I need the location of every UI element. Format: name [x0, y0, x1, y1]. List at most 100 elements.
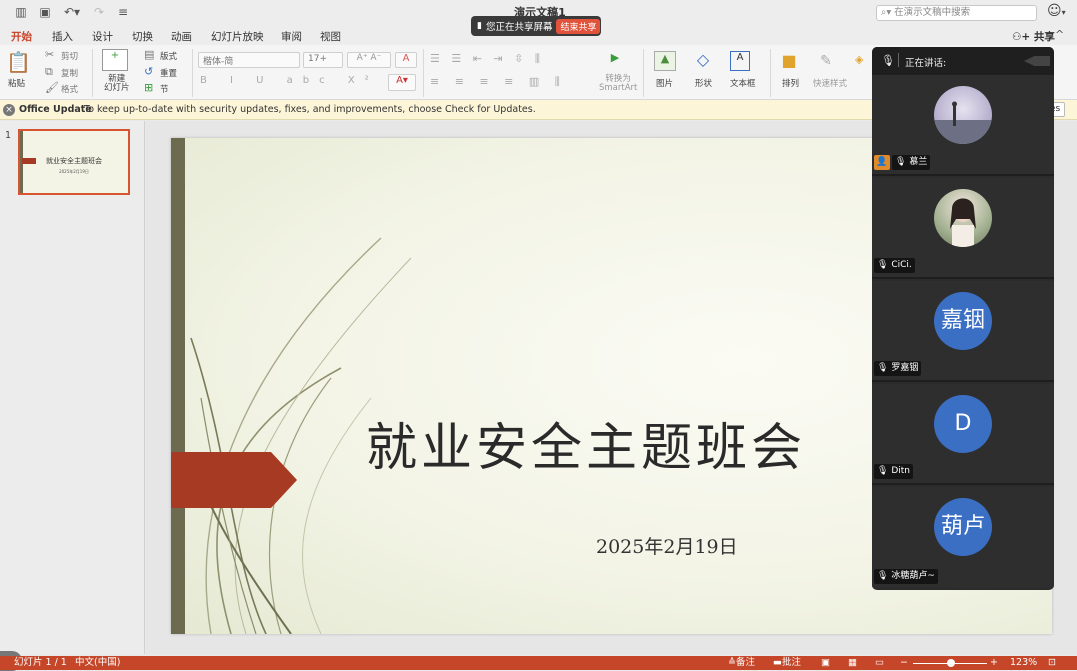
shape-icon[interactable]: ◇ — [692, 50, 714, 72]
quick-styles-label[interactable]: 快速样式 — [813, 77, 847, 89]
slide-side-bar — [171, 138, 185, 634]
slide-title[interactable]: 就业安全主题班会 — [366, 406, 866, 480]
section-icon[interactable]: ⊞ — [144, 81, 153, 94]
undo-icon[interactable]: ↶▾ — [61, 5, 83, 19]
customize-toolbar-icon[interactable]: ≡ — [116, 5, 130, 19]
avatar — [934, 189, 992, 247]
picture-label[interactable]: 图片 — [656, 77, 673, 89]
participant-tile[interactable]: 葫卢 🎙 冰糖葫卢~ — [872, 487, 1054, 588]
comments-button[interactable]: ▬批注 — [773, 656, 801, 670]
font-size-select[interactable]: 17+ — [303, 52, 343, 68]
notes-label: 备注 — [735, 657, 755, 668]
clear-format-icon[interactable]: A — [395, 52, 417, 68]
font-name-select[interactable]: 楷体-简 — [198, 52, 300, 68]
avatar-person-image — [950, 198, 976, 247]
muted-mic-icon: 🎙 — [877, 571, 889, 581]
picture-icon[interactable]: ▲ — [654, 51, 676, 71]
slide-date[interactable]: 2025年2月19日 — [596, 532, 738, 559]
update-title: Office Update — [19, 104, 92, 115]
tab-transitions[interactable]: 切换 — [132, 29, 153, 44]
slide-thumbnail[interactable]: 就业安全主题班会 2025年2月19日 — [18, 129, 130, 195]
participant-name-tag: 🎙 Ditn — [874, 464, 913, 479]
zoom-out-icon[interactable]: − — [900, 656, 908, 670]
slide-sorter-icon[interactable]: ▦ — [848, 656, 857, 670]
section-label[interactable]: 节 — [160, 83, 169, 95]
participant-name: 罗嘉铟 — [891, 363, 919, 373]
slide-thumbnail-pane: 1 就业安全主题班会 2025年2月19日 › — [0, 121, 145, 671]
zoom-level[interactable]: 123% — [1010, 656, 1037, 670]
tab-animations[interactable]: 动画 — [171, 29, 192, 44]
close-notification-icon[interactable]: × — [3, 104, 15, 116]
update-message: To keep up-to-date with security updates… — [84, 104, 536, 115]
cut-icon[interactable]: ✂ — [45, 48, 54, 61]
reset-label[interactable]: 重置 — [160, 67, 177, 79]
notes-button[interactable]: ≙备注 — [728, 656, 755, 670]
redo-icon[interactable]: ↷ — [92, 5, 106, 19]
new-slide-icon[interactable]: + — [102, 49, 128, 71]
reading-view-icon[interactable]: ▭ — [875, 656, 884, 670]
tab-view[interactable]: 视图 — [320, 29, 341, 44]
layout-icon[interactable]: ▤ — [144, 48, 154, 61]
muted-mic-icon: 🎙 — [877, 260, 889, 270]
arrange-icon[interactable]: ■ — [779, 51, 799, 71]
slide-count: 幻灯片 1 / 1 — [14, 657, 67, 668]
font-color-icon[interactable]: A▾ — [388, 74, 416, 91]
zoom-in-icon[interactable]: + — [990, 656, 998, 670]
share-button[interactable]: ⚇+ 共享 — [1012, 29, 1055, 44]
avatar: D — [934, 395, 992, 453]
status-bar: 幻灯片 1 / 1 中文(中国) ≙备注 ▬批注 ▣ ▦ ▭ − + 123% … — [0, 656, 1077, 670]
copy-icon[interactable]: ⧉ — [45, 65, 53, 79]
fit-to-window-icon[interactable]: ⊡ — [1048, 656, 1056, 670]
textbox-label[interactable]: 文本框 — [730, 77, 756, 89]
cut-label[interactable]: 剪切 — [61, 50, 78, 62]
signal-icon: ▮ — [477, 21, 482, 31]
paste-label[interactable]: 粘贴 — [8, 77, 25, 89]
avatar — [934, 86, 992, 144]
muted-mic-icon: 🎙 — [877, 363, 889, 373]
collapse-ribbon-icon[interactable]: ^ — [1055, 28, 1064, 41]
participant-tile[interactable]: 嘉铟 🎙 罗嘉铟 — [872, 281, 1054, 382]
search-input[interactable]: ⌕▾ 在演示文稿中搜索 — [876, 5, 1037, 21]
shape-label[interactable]: 形状 — [695, 77, 712, 89]
avatar: 嘉铟 — [934, 292, 992, 350]
reset-icon[interactable]: ↺ — [144, 65, 153, 78]
arrange-label[interactable]: 排列 — [782, 77, 799, 89]
zoom-slider-knob[interactable] — [947, 659, 955, 667]
add-person-icon: ⚇+ — [1012, 31, 1034, 43]
list-buttons[interactable]: ☰ ☰ ⇤ ⇥ ⇳ ⫼ — [430, 52, 544, 66]
quick-styles-icon[interactable]: ✎ — [816, 53, 836, 73]
layout-label[interactable]: 版式 — [160, 50, 177, 62]
screen-share-banner: ▮ 您正在共享屏幕 结束共享 — [471, 16, 601, 36]
tab-design[interactable]: 设计 — [92, 29, 113, 44]
font-size-step-buttons[interactable]: A⁺ A⁻ — [347, 52, 391, 68]
speaker-wave-icon — [1024, 56, 1050, 66]
participant-tile[interactable]: D 🎙 Ditn — [872, 384, 1054, 485]
tab-review[interactable]: 审阅 — [281, 29, 302, 44]
smartart-label[interactable]: 转换为 SmartArt — [599, 75, 637, 93]
end-share-button[interactable]: 结束共享 — [556, 18, 601, 34]
smartart-icon[interactable]: ▶ — [603, 51, 627, 69]
format-painter-icon[interactable]: 🖌 — [45, 81, 59, 94]
participant-tile[interactable]: 👤 🎙 慕兰 — [872, 75, 1054, 176]
format-painter-label[interactable]: 格式 — [61, 83, 78, 95]
feedback-smiley-icon[interactable]: ☺▾ — [1047, 3, 1066, 19]
tab-slideshow[interactable]: 幻灯片放映 — [211, 29, 264, 44]
copy-label[interactable]: 复制 — [61, 67, 78, 79]
new-slide-label[interactable]: 新建 幻灯片 — [104, 75, 130, 93]
meeting-participants-panel: 🎙 正在讲话: 👤 🎙 慕兰 🎙 CiCi. 嘉铟 🎙 罗嘉铟 D 🎙 Ditn… — [872, 47, 1054, 590]
tab-insert[interactable]: 插入 — [52, 29, 73, 44]
save-icon[interactable]: ▣ — [38, 5, 52, 19]
participant-name-tag: 🎙 慕兰 — [892, 155, 931, 170]
shape-fill-icon[interactable]: ◈ — [855, 53, 863, 66]
language-indicator[interactable]: 中文(中国) — [75, 656, 120, 670]
paste-icon[interactable]: 📋 — [6, 50, 31, 74]
thumbnail-date: 2025年2月19日 — [59, 169, 89, 174]
notes-icon: ≙ — [728, 657, 736, 668]
sidebar-toggle-icon[interactable]: ▥ — [14, 5, 28, 19]
normal-view-icon[interactable]: ▣ — [821, 656, 830, 670]
speaking-indicator-bar: 🎙 正在讲话: — [872, 47, 1054, 75]
align-buttons[interactable]: ≡ ≡ ≡ ≡ ▥ ⫼ — [430, 75, 566, 89]
textbox-icon[interactable]: A — [730, 51, 750, 71]
microphone-icon: 🎙 — [881, 54, 895, 67]
participant-tile[interactable]: 🎙 CiCi. — [872, 178, 1054, 279]
